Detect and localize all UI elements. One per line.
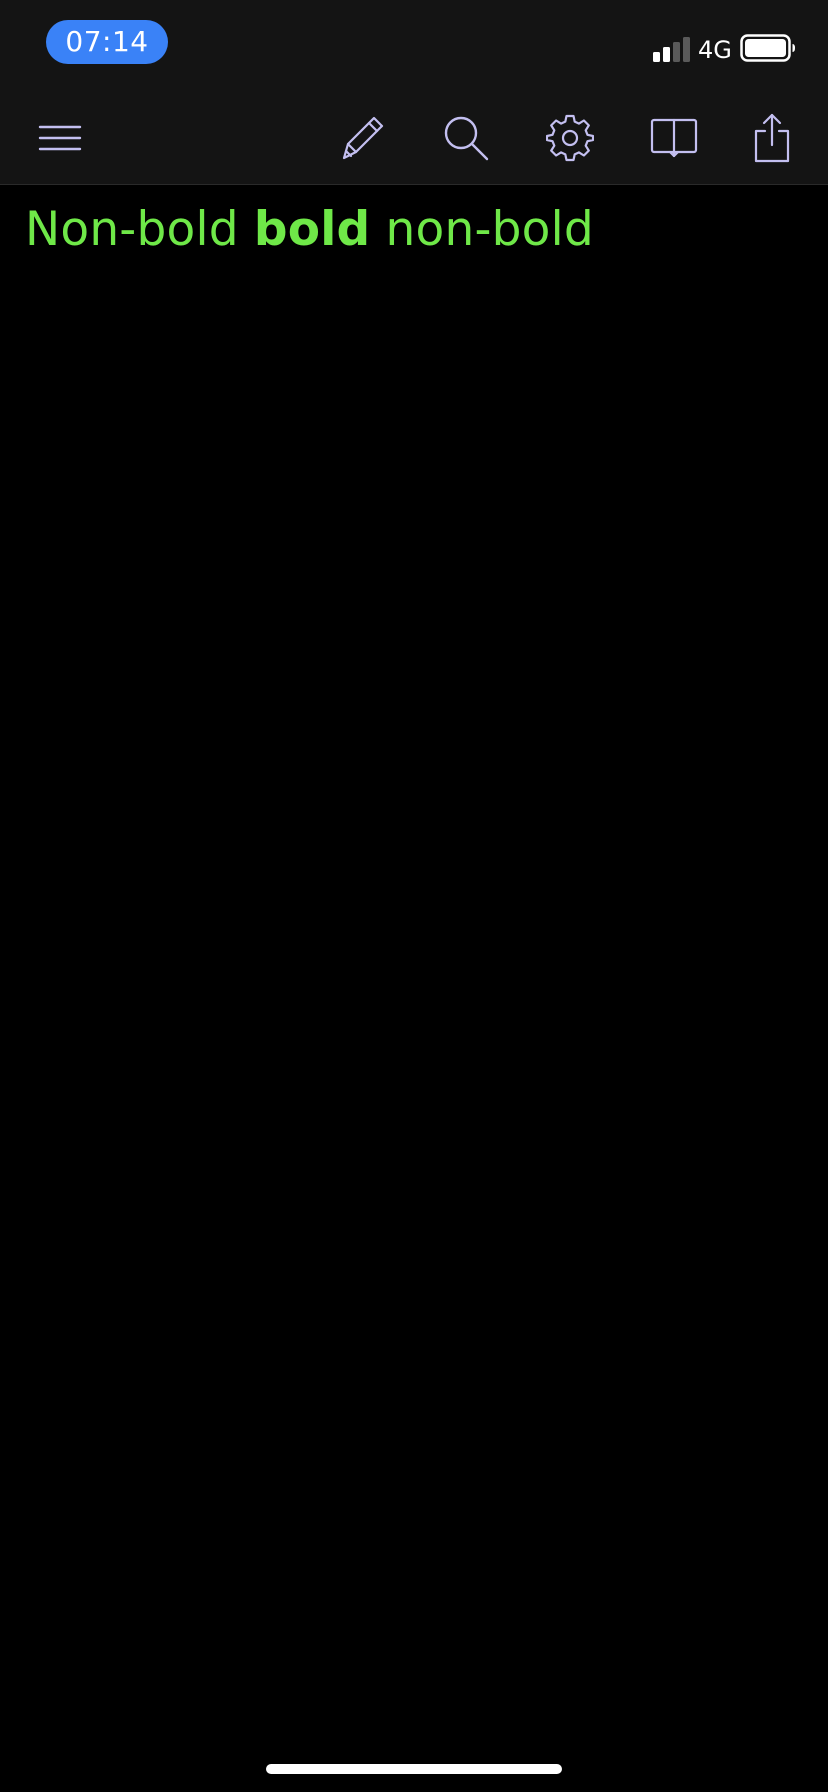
status-time: 07:14: [46, 20, 168, 64]
text-segment-regular: Non-bold: [25, 202, 254, 257]
editor-area[interactable]: Non-bold bold non-bold: [0, 185, 828, 1745]
gear-icon: [546, 114, 594, 162]
search-icon: [444, 116, 489, 161]
screen: 07:14 4G Non-bold bold non-bold: [0, 0, 828, 1792]
search-button[interactable]: [434, 92, 498, 184]
book-icon: [650, 118, 698, 158]
network-type: 4G: [698, 36, 732, 64]
home-indicator[interactable]: [266, 1764, 562, 1774]
edit-button[interactable]: [330, 92, 394, 184]
hamburger-menu-icon: [38, 125, 82, 151]
editor-text-line[interactable]: Non-bold bold non-bold: [25, 197, 594, 263]
settings-button[interactable]: [538, 92, 602, 184]
preview-button[interactable]: [642, 92, 706, 184]
toolbar: [0, 92, 828, 185]
text-segment-bold: bold: [253, 202, 371, 257]
status-bar: 07:14 4G: [0, 0, 828, 92]
text-segment-regular: non-bold: [370, 202, 594, 257]
menu-button[interactable]: [28, 92, 92, 184]
share-icon: [754, 113, 790, 163]
battery-icon: [740, 34, 795, 62]
cellular-signal-icon: [653, 37, 690, 62]
pencil-icon: [342, 116, 384, 160]
share-button[interactable]: [740, 92, 804, 184]
